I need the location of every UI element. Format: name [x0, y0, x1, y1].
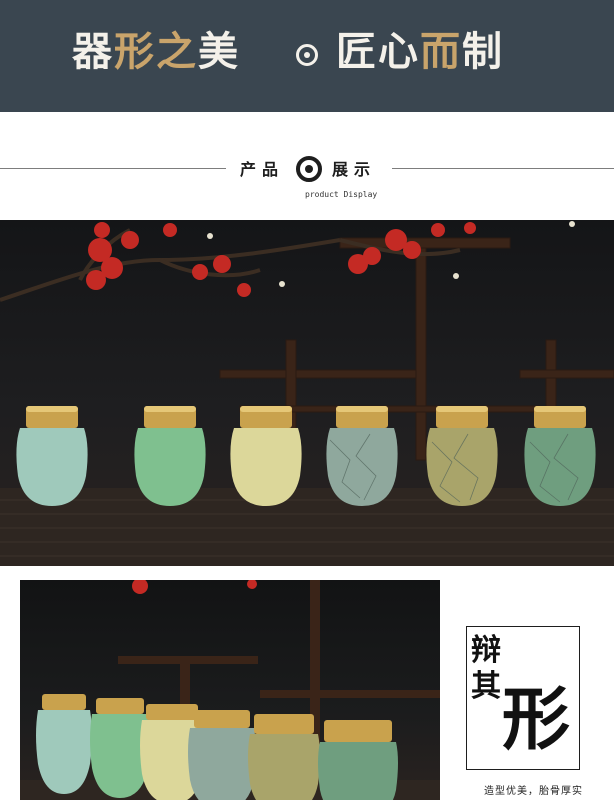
section-title-left: 产品	[240, 160, 285, 179]
section-heading: 产品 展示 product Display	[0, 112, 614, 220]
feature-char-big: 形	[502, 680, 571, 760]
product-photo-lineup	[0, 220, 614, 566]
banner-title-left: 器形之美	[72, 28, 240, 75]
feature-caption: 造型优美，胎骨厚实	[484, 786, 583, 797]
divider-left	[0, 168, 226, 169]
divider-right	[392, 168, 614, 169]
section-title-right: 展示	[332, 160, 377, 179]
banner-circle-icon	[296, 44, 318, 66]
feature-char-2: 其	[471, 669, 501, 704]
product-photo-angled	[20, 580, 440, 800]
banner-title-right: 匠心而制	[336, 28, 504, 75]
top-banner: 器形之美 匠心而制	[0, 0, 614, 112]
feature-char-1: 辩	[471, 633, 501, 668]
circle-dot-icon	[296, 156, 322, 182]
section-subtitle: product Display	[305, 190, 378, 199]
